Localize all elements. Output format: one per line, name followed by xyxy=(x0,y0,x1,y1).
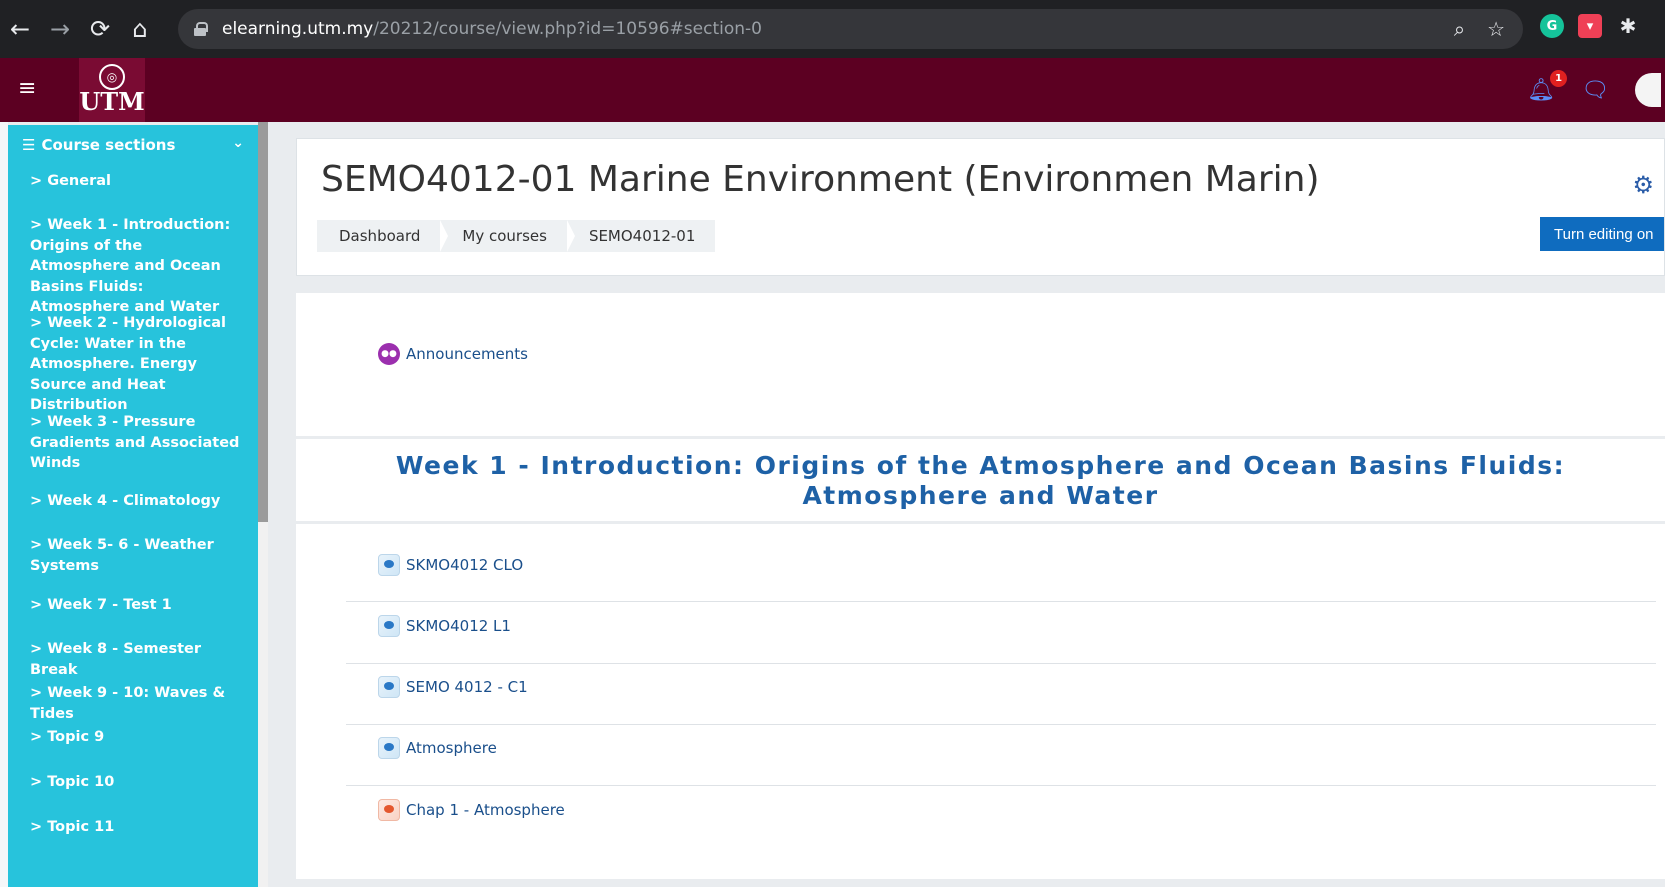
pocket-extension-icon[interactable]: ▾ xyxy=(1578,14,1602,38)
extensions-puzzle-icon[interactable]: ✱ xyxy=(1616,14,1640,38)
activity-skmo4012-clo[interactable]: SKMO4012 CLO xyxy=(378,554,523,576)
sidebar-item-week-5-6[interactable]: > Week 5- 6 - Weather Systems xyxy=(8,535,258,576)
activity-label: Chap 1 - Atmosphere xyxy=(406,801,565,819)
sidebar-item-topic-11[interactable]: > Topic 11 xyxy=(8,817,258,838)
url-text: elearning.utm.my/20212/course/view.php?i… xyxy=(222,19,762,39)
sidebar-scrollbar-thumb[interactable] xyxy=(258,122,268,522)
sidebar-item-week-3[interactable]: > Week 3 - Pressure Gradients and Associ… xyxy=(8,412,258,474)
site-navbar: ≡ ◎ UTM 🔔︎ 1 🗨︎ xyxy=(0,58,1665,122)
page-header: SEMO4012-01 Marine Environment (Environm… xyxy=(296,138,1665,276)
url-path: /20212/course/view.php?id=10596#section-… xyxy=(373,19,762,39)
sidebar-item-week-1[interactable]: > Week 1 - Introduction: Origins of the … xyxy=(8,215,258,318)
breadcrumb-my-courses[interactable]: My courses xyxy=(440,220,575,252)
file-icon xyxy=(378,615,400,637)
breadcrumb-dashboard[interactable]: Dashboard xyxy=(317,220,449,252)
back-icon[interactable]: ← xyxy=(0,0,40,58)
week-1-section-header: Week 1 - Introduction: Origins of the At… xyxy=(296,436,1665,524)
activity-label: Atmosphere xyxy=(406,739,497,757)
announcements-label: Announcements xyxy=(406,345,528,363)
activity-semo-4012-c1[interactable]: SEMO 4012 - C1 xyxy=(378,676,528,698)
forward-icon[interactable]: → xyxy=(40,0,80,58)
reload-icon[interactable]: ⟳ xyxy=(80,0,120,58)
left-gutter xyxy=(0,122,8,887)
divider xyxy=(346,663,1656,664)
list-icon: ☰ xyxy=(22,136,36,154)
divider xyxy=(346,601,1656,602)
activity-atmosphere[interactable]: Atmosphere xyxy=(378,737,497,759)
course-sections-label: Course sections xyxy=(41,136,176,154)
sidebar-item-week-8[interactable]: > Week 8 - Semester Break xyxy=(8,639,258,680)
divider xyxy=(346,785,1656,786)
address-bar[interactable]: elearning.utm.my/20212/course/view.php?i… xyxy=(178,9,1523,49)
activity-skmo4012-l1[interactable]: SKMO4012 L1 xyxy=(378,615,511,637)
sidebar-item-week-2[interactable]: > Week 2 - Hydrological Cycle: Water in … xyxy=(8,313,258,416)
grammarly-extension-icon[interactable]: G xyxy=(1540,14,1564,38)
menu-hamburger-icon[interactable]: ≡ xyxy=(18,76,36,101)
turn-editing-on-button[interactable]: Turn editing on xyxy=(1540,217,1664,251)
breadcrumb-course[interactable]: SEMO4012-01 xyxy=(567,220,715,252)
general-section: ●● Announcements xyxy=(296,293,1665,436)
file-icon xyxy=(378,737,400,759)
sidebar-item-topic-9[interactable]: > Topic 9 xyxy=(8,727,258,748)
week-1-title: Week 1 - Introduction: Origins of the At… xyxy=(395,451,1566,510)
url-domain: elearning.utm.my xyxy=(222,19,374,39)
pdf-icon xyxy=(378,799,400,821)
course-sections-header[interactable]: ☰ Course sections ⌄ xyxy=(8,125,258,165)
notification-badge: 1 xyxy=(1550,69,1568,87)
sidebar-item-week-4[interactable]: > Week 4 - Climatology xyxy=(8,491,258,512)
page-title: SEMO4012-01 Marine Environment (Environm… xyxy=(321,159,1320,200)
file-icon xyxy=(378,676,400,698)
activity-chap-1-atmosphere[interactable]: Chap 1 - Atmosphere xyxy=(378,799,565,821)
logo-text: UTM xyxy=(79,87,145,116)
zoom-icon[interactable]: ⌕ xyxy=(1454,17,1465,41)
bookmark-star-icon[interactable]: ☆ xyxy=(1487,17,1505,41)
utm-logo[interactable]: ◎ UTM xyxy=(79,58,145,122)
divider xyxy=(346,724,1656,725)
activity-label: SKMO4012 CLO xyxy=(406,556,524,574)
breadcrumb: Dashboard My courses SEMO4012-01 xyxy=(317,220,716,252)
activity-label: SEMO 4012 - C1 xyxy=(406,678,528,696)
sidebar-item-week-9-10[interactable]: > Week 9 - 10: Waves & Tides xyxy=(8,683,258,724)
messages-icon[interactable]: 🗨︎ xyxy=(1581,78,1609,103)
course-sections-sidebar: ☰ Course sections ⌄ > General > Week 1 -… xyxy=(8,125,258,887)
gear-icon[interactable]: ⚙ xyxy=(1632,171,1654,199)
chevron-down-icon[interactable]: ⌄ xyxy=(232,135,244,151)
activity-label: SKMO4012 L1 xyxy=(406,617,511,635)
lock-icon xyxy=(194,22,208,36)
browser-toolbar: ← → ⟳ ⌂ elearning.utm.my/20212/course/vi… xyxy=(0,0,1665,58)
sidebar-item-week-7[interactable]: > Week 7 - Test 1 xyxy=(8,595,258,616)
file-icon xyxy=(378,554,400,576)
week-1-section: SKMO4012 CLO SKMO4012 L1 SEMO 4012 - C1 … xyxy=(296,524,1665,879)
sidebar-item-topic-10[interactable]: > Topic 10 xyxy=(8,772,258,793)
sidebar-item-general[interactable]: > General xyxy=(8,171,258,192)
announcements-link[interactable]: ●● Announcements xyxy=(378,343,528,365)
user-avatar[interactable] xyxy=(1635,73,1661,107)
home-icon[interactable]: ⌂ xyxy=(120,0,160,58)
notification-bell-icon[interactable]: 🔔︎ 1 xyxy=(1527,69,1568,103)
forum-icon: ●● xyxy=(378,343,400,365)
